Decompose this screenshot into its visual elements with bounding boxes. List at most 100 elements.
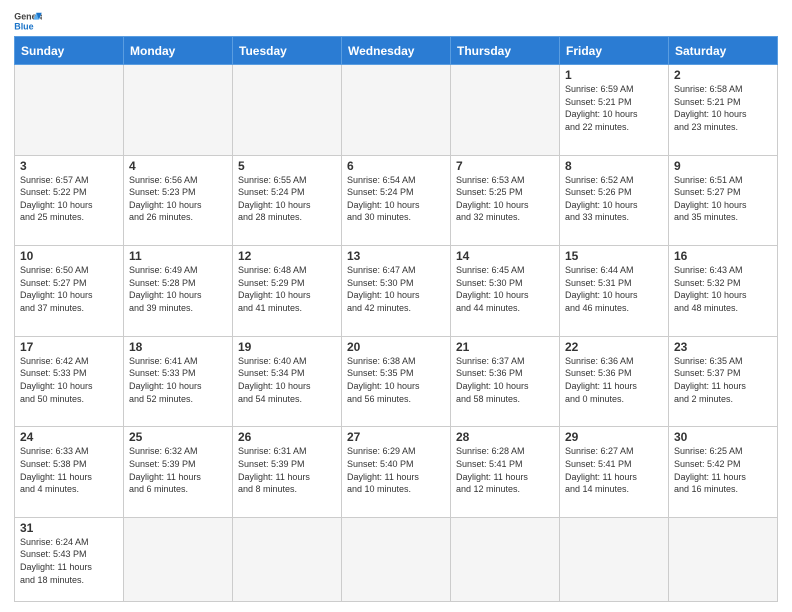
calendar-week-row: 3Sunrise: 6:57 AM Sunset: 5:22 PM Daylig… [15,155,778,246]
calendar-cell: 18Sunrise: 6:41 AM Sunset: 5:33 PM Dayli… [124,336,233,427]
calendar-cell: 16Sunrise: 6:43 AM Sunset: 5:32 PM Dayli… [669,246,778,337]
day-info: Sunrise: 6:57 AM Sunset: 5:22 PM Dayligh… [20,174,118,224]
day-info: Sunrise: 6:54 AM Sunset: 5:24 PM Dayligh… [347,174,445,224]
day-number: 5 [238,159,336,173]
day-info: Sunrise: 6:55 AM Sunset: 5:24 PM Dayligh… [238,174,336,224]
svg-text:Blue: Blue [14,21,33,31]
day-info: Sunrise: 6:38 AM Sunset: 5:35 PM Dayligh… [347,355,445,405]
day-info: Sunrise: 6:45 AM Sunset: 5:30 PM Dayligh… [456,264,554,314]
day-info: Sunrise: 6:59 AM Sunset: 5:21 PM Dayligh… [565,83,663,133]
day-of-week-header: Thursday [451,37,560,65]
calendar-cell: 9Sunrise: 6:51 AM Sunset: 5:27 PM Daylig… [669,155,778,246]
calendar-cell [233,517,342,601]
day-number: 31 [20,521,118,535]
day-number: 11 [129,249,227,263]
calendar-cell [124,65,233,156]
general-blue-icon: General Blue [14,10,42,32]
calendar-header-row: SundayMondayTuesdayWednesdayThursdayFrid… [15,37,778,65]
calendar-cell: 28Sunrise: 6:28 AM Sunset: 5:41 PM Dayli… [451,427,560,518]
calendar-cell [15,65,124,156]
calendar-week-row: 1Sunrise: 6:59 AM Sunset: 5:21 PM Daylig… [15,65,778,156]
calendar-cell: 13Sunrise: 6:47 AM Sunset: 5:30 PM Dayli… [342,246,451,337]
calendar-week-row: 31Sunrise: 6:24 AM Sunset: 5:43 PM Dayli… [15,517,778,601]
calendar-cell: 17Sunrise: 6:42 AM Sunset: 5:33 PM Dayli… [15,336,124,427]
day-number: 3 [20,159,118,173]
calendar-cell: 25Sunrise: 6:32 AM Sunset: 5:39 PM Dayli… [124,427,233,518]
calendar-cell: 10Sunrise: 6:50 AM Sunset: 5:27 PM Dayli… [15,246,124,337]
day-info: Sunrise: 6:50 AM Sunset: 5:27 PM Dayligh… [20,264,118,314]
day-info: Sunrise: 6:48 AM Sunset: 5:29 PM Dayligh… [238,264,336,314]
day-info: Sunrise: 6:40 AM Sunset: 5:34 PM Dayligh… [238,355,336,405]
day-info: Sunrise: 6:36 AM Sunset: 5:36 PM Dayligh… [565,355,663,405]
day-info: Sunrise: 6:41 AM Sunset: 5:33 PM Dayligh… [129,355,227,405]
calendar-cell: 11Sunrise: 6:49 AM Sunset: 5:28 PM Dayli… [124,246,233,337]
day-info: Sunrise: 6:29 AM Sunset: 5:40 PM Dayligh… [347,445,445,495]
day-number: 28 [456,430,554,444]
day-number: 10 [20,249,118,263]
day-number: 19 [238,340,336,354]
calendar-cell: 3Sunrise: 6:57 AM Sunset: 5:22 PM Daylig… [15,155,124,246]
day-info: Sunrise: 6:35 AM Sunset: 5:37 PM Dayligh… [674,355,772,405]
day-of-week-header: Monday [124,37,233,65]
calendar-cell: 15Sunrise: 6:44 AM Sunset: 5:31 PM Dayli… [560,246,669,337]
calendar-cell: 2Sunrise: 6:58 AM Sunset: 5:21 PM Daylig… [669,65,778,156]
calendar-cell: 19Sunrise: 6:40 AM Sunset: 5:34 PM Dayli… [233,336,342,427]
calendar-cell: 12Sunrise: 6:48 AM Sunset: 5:29 PM Dayli… [233,246,342,337]
day-number: 26 [238,430,336,444]
day-of-week-header: Wednesday [342,37,451,65]
calendar-cell: 6Sunrise: 6:54 AM Sunset: 5:24 PM Daylig… [342,155,451,246]
calendar-cell: 23Sunrise: 6:35 AM Sunset: 5:37 PM Dayli… [669,336,778,427]
calendar-cell [451,517,560,601]
day-number: 29 [565,430,663,444]
day-info: Sunrise: 6:24 AM Sunset: 5:43 PM Dayligh… [20,536,118,586]
day-number: 1 [565,68,663,82]
day-number: 27 [347,430,445,444]
day-info: Sunrise: 6:42 AM Sunset: 5:33 PM Dayligh… [20,355,118,405]
calendar-cell: 14Sunrise: 6:45 AM Sunset: 5:30 PM Dayli… [451,246,560,337]
calendar-table: SundayMondayTuesdayWednesdayThursdayFrid… [14,36,778,602]
day-info: Sunrise: 6:37 AM Sunset: 5:36 PM Dayligh… [456,355,554,405]
day-number: 6 [347,159,445,173]
calendar-week-row: 17Sunrise: 6:42 AM Sunset: 5:33 PM Dayli… [15,336,778,427]
day-number: 30 [674,430,772,444]
day-number: 25 [129,430,227,444]
day-info: Sunrise: 6:51 AM Sunset: 5:27 PM Dayligh… [674,174,772,224]
day-number: 14 [456,249,554,263]
calendar-cell: 20Sunrise: 6:38 AM Sunset: 5:35 PM Dayli… [342,336,451,427]
day-info: Sunrise: 6:27 AM Sunset: 5:41 PM Dayligh… [565,445,663,495]
day-of-week-header: Sunday [15,37,124,65]
day-number: 7 [456,159,554,173]
calendar-cell [560,517,669,601]
day-info: Sunrise: 6:47 AM Sunset: 5:30 PM Dayligh… [347,264,445,314]
day-number: 17 [20,340,118,354]
calendar-cell: 29Sunrise: 6:27 AM Sunset: 5:41 PM Dayli… [560,427,669,518]
day-info: Sunrise: 6:53 AM Sunset: 5:25 PM Dayligh… [456,174,554,224]
day-info: Sunrise: 6:31 AM Sunset: 5:39 PM Dayligh… [238,445,336,495]
day-of-week-header: Tuesday [233,37,342,65]
day-number: 21 [456,340,554,354]
calendar-cell [669,517,778,601]
day-number: 18 [129,340,227,354]
day-info: Sunrise: 6:25 AM Sunset: 5:42 PM Dayligh… [674,445,772,495]
day-number: 15 [565,249,663,263]
day-number: 9 [674,159,772,173]
calendar-week-row: 10Sunrise: 6:50 AM Sunset: 5:27 PM Dayli… [15,246,778,337]
calendar-cell: 7Sunrise: 6:53 AM Sunset: 5:25 PM Daylig… [451,155,560,246]
calendar-cell: 4Sunrise: 6:56 AM Sunset: 5:23 PM Daylig… [124,155,233,246]
day-number: 4 [129,159,227,173]
calendar-cell: 30Sunrise: 6:25 AM Sunset: 5:42 PM Dayli… [669,427,778,518]
calendar-cell: 22Sunrise: 6:36 AM Sunset: 5:36 PM Dayli… [560,336,669,427]
calendar-cell [342,517,451,601]
logo: General Blue [14,10,42,32]
day-number: 16 [674,249,772,263]
calendar-cell [124,517,233,601]
calendar-cell: 27Sunrise: 6:29 AM Sunset: 5:40 PM Dayli… [342,427,451,518]
day-number: 8 [565,159,663,173]
day-of-week-header: Saturday [669,37,778,65]
calendar-week-row: 24Sunrise: 6:33 AM Sunset: 5:38 PM Dayli… [15,427,778,518]
day-info: Sunrise: 6:58 AM Sunset: 5:21 PM Dayligh… [674,83,772,133]
day-number: 24 [20,430,118,444]
day-number: 22 [565,340,663,354]
calendar-cell: 31Sunrise: 6:24 AM Sunset: 5:43 PM Dayli… [15,517,124,601]
calendar-cell [451,65,560,156]
